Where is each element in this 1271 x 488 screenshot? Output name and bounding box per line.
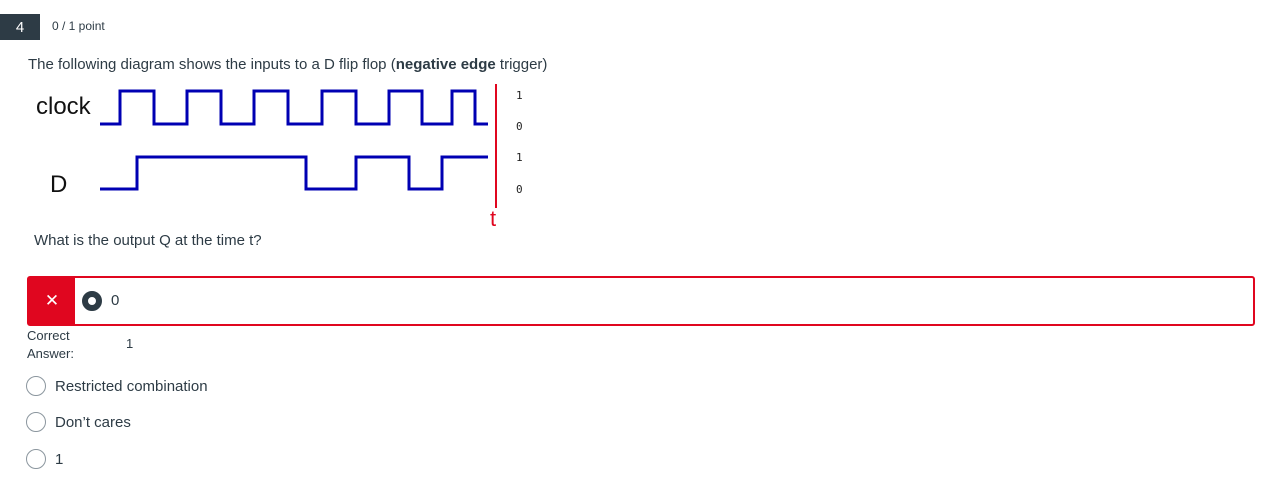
radio-button[interactable] — [26, 449, 46, 469]
radio-button[interactable] — [26, 376, 46, 396]
time-marker-label: t — [490, 206, 496, 231]
x-icon: ✕ — [29, 278, 75, 324]
d-label: D — [50, 171, 67, 198]
clock-high-label: 1 — [516, 89, 523, 102]
option-label: Restricted combination — [55, 377, 208, 395]
selected-answer-row: ✕ 0 — [27, 276, 1255, 326]
d-waveform — [100, 155, 488, 191]
question-text: What is the output Q at the time t? — [34, 232, 262, 249]
correct-label-line2: Answer: — [27, 346, 74, 361]
selected-answer-label: 0 — [111, 292, 120, 309]
correct-answer-value: 1 — [126, 336, 134, 351]
clock-label: clock — [36, 93, 92, 120]
radio-button[interactable] — [26, 412, 46, 432]
option-restricted-combination[interactable]: Restricted combination — [26, 376, 208, 396]
option-label: Don’t cares — [55, 413, 131, 431]
option-dont-cares[interactable]: Don’t cares — [26, 412, 131, 432]
selected-radio[interactable] — [82, 291, 102, 311]
correct-label-line1: Correct — [27, 328, 70, 343]
d-high-label: 1 — [516, 151, 523, 164]
clock-low-label: 0 — [516, 120, 523, 133]
question-number: 4 — [0, 14, 40, 40]
prompt-text-end: trigger) — [495, 56, 548, 73]
question-prompt: The following diagram shows the inputs t… — [28, 56, 547, 73]
prompt-bold: negative edge — [395, 56, 496, 73]
option-label: 1 — [55, 450, 64, 468]
clock-waveform — [100, 89, 488, 126]
timing-diagram: clock D t 1 0 1 0 — [36, 84, 523, 231]
option-1[interactable]: 1 — [26, 449, 63, 469]
points-score: 0 / 1 point — [52, 19, 105, 33]
correct-answer-label: Correct Answer: — [27, 327, 74, 363]
prompt-text: The following diagram shows the inputs t… — [28, 56, 396, 73]
d-low-label: 0 — [516, 183, 523, 196]
